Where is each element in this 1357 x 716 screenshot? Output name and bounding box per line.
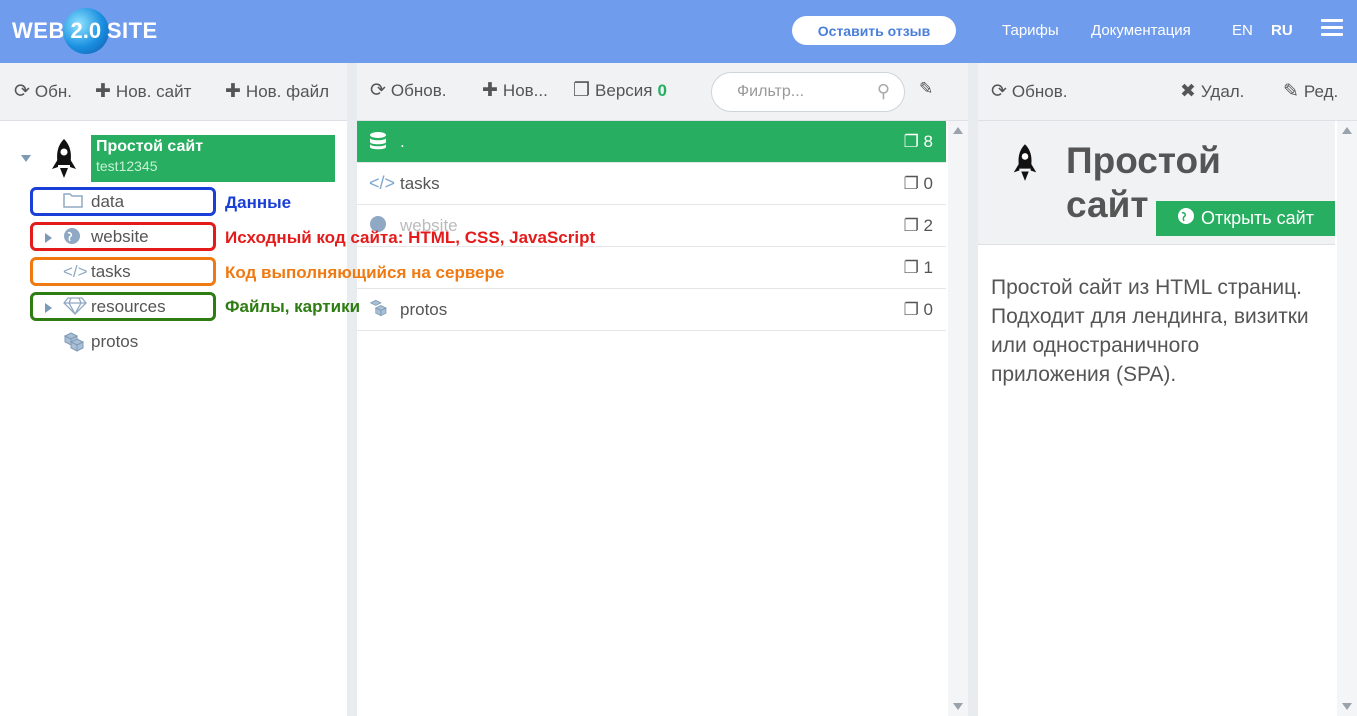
middle-toolbar: ⟳ Обнов. ✚ Нов... ❐ Версия 0 Фильтр... ⚲…: [357, 63, 968, 121]
logo-text-left: WEB: [12, 18, 65, 43]
version-button[interactable]: ❐ Версия 0: [573, 79, 667, 102]
item-count: ❐ 2: [903, 216, 933, 235]
item-count: ❐ 0: [903, 300, 933, 319]
item-name: tasks: [400, 174, 440, 193]
plus-icon: ✚: [225, 81, 241, 102]
refresh-button[interactable]: ⟳ Обнов.: [991, 80, 1067, 103]
new-site-label: Нов. сайт: [115, 81, 192, 101]
version-label: Версия: [595, 80, 653, 100]
tree-root-site[interactable]: Простой сайт test12345: [91, 135, 335, 182]
scroll-down-icon[interactable]: [1342, 703, 1352, 710]
refresh-label: Обнов.: [390, 80, 447, 100]
rocket-icon: [1010, 141, 1040, 190]
delete-label: Удал.: [1200, 81, 1245, 101]
refresh-icon: ⟳: [370, 80, 386, 101]
highlight-tasks: [30, 257, 216, 286]
collapse-caret-icon[interactable]: [21, 155, 31, 162]
item-name: protos: [400, 300, 448, 319]
tree-item-protos[interactable]: protos: [91, 332, 138, 352]
lang-en[interactable]: EN: [1232, 22, 1253, 39]
edit-label: Ред.: [1303, 81, 1339, 101]
refresh-icon: ⟳: [14, 81, 30, 102]
list-item[interactable]: . ❐ 8: [357, 121, 946, 163]
new-button[interactable]: ✚ Нов...: [482, 79, 548, 102]
plus-icon: ✚: [482, 80, 498, 101]
list-item[interactable]: protos ❐ 0: [357, 289, 946, 331]
annotation-data: Данные: [225, 193, 292, 212]
scroll-up-icon[interactable]: [1342, 127, 1352, 134]
open-site-label: Открыть сайт: [1200, 208, 1314, 228]
cubes-icon: [63, 332, 89, 357]
delete-button[interactable]: ✖ Удал.: [1180, 80, 1244, 103]
refresh-icon: ⟳: [991, 81, 1007, 102]
scroll-up-icon[interactable]: [953, 127, 963, 134]
site-header: Простой сайт Открыть сайт: [978, 121, 1335, 245]
site-description: Простой сайт из HTML страниц. Подходит д…: [991, 276, 1309, 386]
edit-icon: ✎: [1283, 81, 1299, 102]
new-file-button[interactable]: ✚ Нов. файл: [225, 80, 329, 103]
refresh-label: Обн.: [34, 81, 72, 101]
refresh-label: Обнов.: [1011, 81, 1068, 101]
cubes-icon: [369, 299, 391, 322]
site-id: test12345: [96, 158, 158, 174]
item-count: ❐ 1: [903, 258, 933, 277]
logo-text-right: SITE: [106, 18, 158, 43]
left-toolbar: ⟳ Обн. ✚ Нов. сайт ✚ Нов. файл: [0, 63, 347, 121]
nav-docs[interactable]: Документация: [1091, 22, 1191, 39]
globe-icon: [1177, 207, 1195, 230]
item-count: ❐ 0: [903, 174, 933, 193]
close-icon: ✖: [1180, 81, 1196, 102]
item-name: .: [400, 132, 405, 151]
feedback-button[interactable]: Оставить отзыв: [792, 16, 956, 45]
site-title: Простой сайт: [96, 138, 204, 155]
annotation-resources: Файлы, картики: [225, 297, 361, 316]
annotation-website: Исходный код сайта: HTML, CSS, JavaScrip…: [225, 228, 596, 247]
scrollbar[interactable]: [948, 121, 968, 716]
scrollbar[interactable]: [1337, 121, 1357, 716]
item-count: ❐ 8: [903, 132, 933, 151]
edit-icon[interactable]: ✎: [919, 79, 933, 99]
files-panel: ⟳ Обнов. ✚ Нов... ❐ Версия 0 Фильтр... ⚲…: [357, 63, 968, 716]
top-bar: WEB 2.0 SITE Оставить отзыв Тарифы Докум…: [0, 0, 1357, 63]
site-tree-panel: ⟳ Обн. ✚ Нов. сайт ✚ Нов. файл Простой с…: [0, 63, 347, 716]
details-panel: ⟳ Обнов. ✖ Удал. ✎ Ред. Простой сайт Отк…: [978, 63, 1357, 716]
new-site-button[interactable]: ✚ Нов. сайт: [95, 80, 191, 103]
code-icon: </>: [369, 173, 396, 193]
scroll-down-icon[interactable]: [953, 703, 963, 710]
new-file-label: Нов. файл: [245, 81, 329, 101]
highlight-data: [30, 187, 216, 216]
refresh-button[interactable]: ⟳ Обнов.: [370, 79, 446, 102]
search-icon: ⚲: [876, 81, 890, 101]
right-toolbar: ⟳ Обнов. ✖ Удал. ✎ Ред.: [978, 63, 1357, 121]
filter-placeholder: Фильтр...: [737, 83, 805, 100]
hamburger-menu-icon[interactable]: [1321, 19, 1343, 37]
rocket-icon: [48, 137, 80, 186]
plus-icon: ✚: [95, 81, 111, 102]
nav-pricing[interactable]: Тарифы: [1002, 22, 1059, 39]
panel-splitter-left[interactable]: [347, 63, 357, 716]
version-value: 0: [657, 80, 667, 100]
edit-button[interactable]: ✎ Ред.: [1283, 80, 1338, 103]
open-site-button[interactable]: Открыть сайт: [1156, 201, 1335, 236]
panel-splitter-right[interactable]: [968, 63, 978, 716]
lang-ru[interactable]: RU: [1271, 22, 1293, 39]
copy-icon: ❐: [573, 80, 591, 101]
refresh-button[interactable]: ⟳ Обн.: [14, 80, 72, 103]
logo-globe: 2.0: [62, 8, 109, 54]
highlight-resources: [30, 292, 216, 321]
new-label: Нов...: [502, 80, 548, 100]
filter-input[interactable]: Фильтр... ⚲: [711, 72, 905, 112]
database-icon: [369, 131, 387, 156]
highlight-website: [30, 222, 216, 251]
annotation-tasks: Код выполняющийся на сервере: [225, 263, 505, 282]
list-item[interactable]: </> tasks ❐ 0: [357, 163, 946, 205]
logo[interactable]: WEB 2.0 SITE: [12, 8, 158, 54]
